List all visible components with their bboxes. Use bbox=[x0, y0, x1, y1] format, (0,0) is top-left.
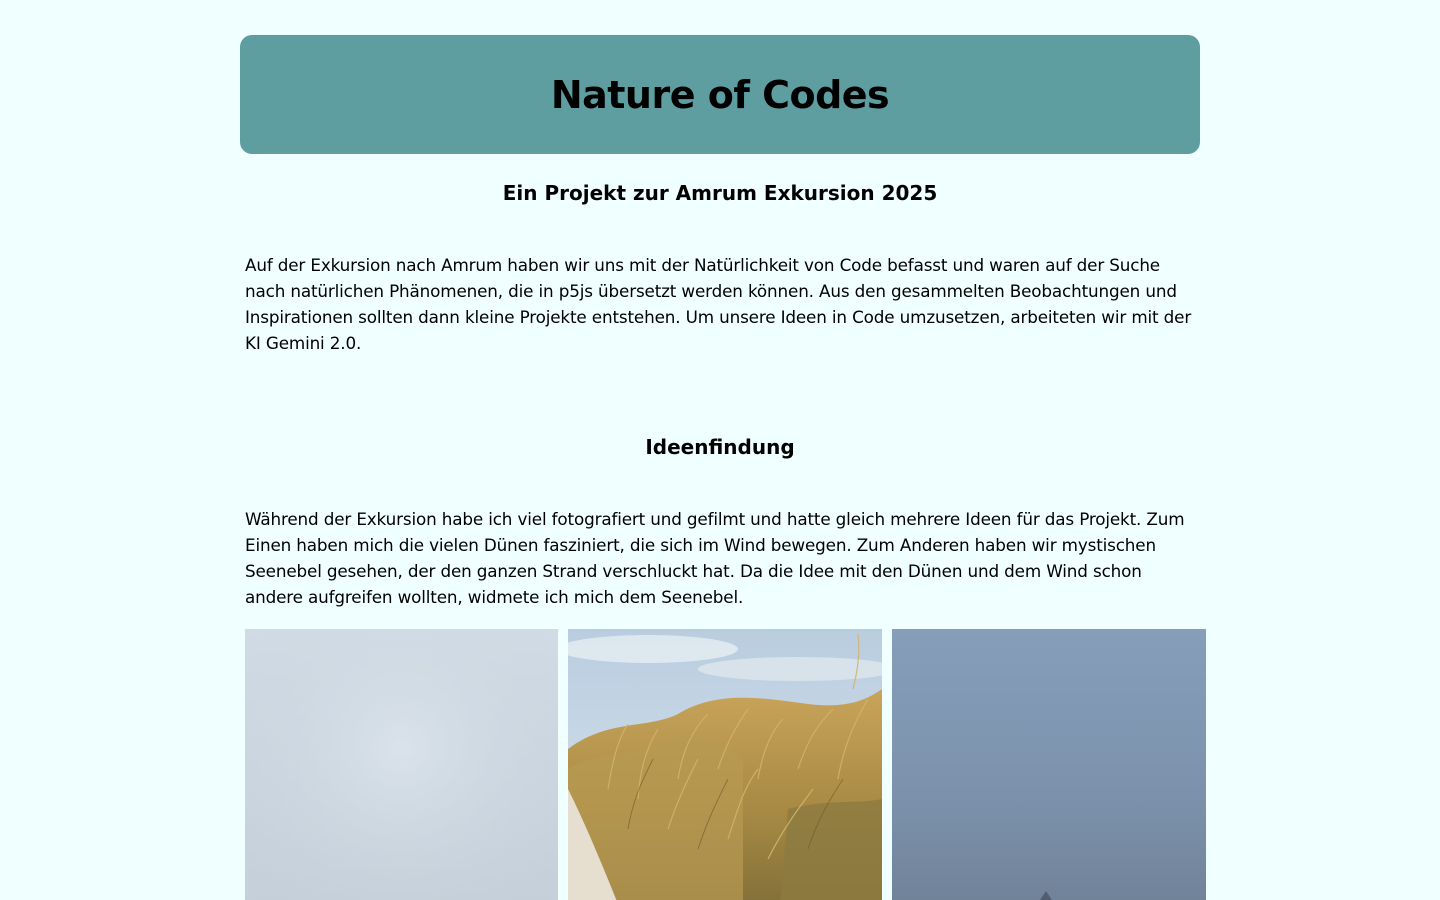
dune-grass-photo bbox=[568, 629, 882, 900]
intro-paragraph: Auf der Exkursion nach Amrum haben wir u… bbox=[245, 255, 1192, 353]
ideation-heading: Ideenfindung bbox=[645, 435, 795, 459]
title-banner: Nature of Codes bbox=[240, 35, 1200, 154]
foggy-sky-image bbox=[245, 629, 558, 900]
page-title: Nature of Codes bbox=[550, 72, 890, 117]
foggy-sky-photo bbox=[245, 629, 558, 900]
page: Nature of Codes Ein Projekt zur Amrum Ex… bbox=[0, 0, 1440, 900]
sea-fog-photo bbox=[892, 629, 1206, 900]
project-subtitle: Ein Projekt zur Amrum Exkursion 2025 bbox=[502, 181, 938, 205]
dune-grass-image bbox=[568, 629, 882, 900]
sea-fog-image bbox=[1040, 891, 1052, 900]
ideation-paragraph: Während der Exkursion habe ich viel foto… bbox=[245, 509, 1185, 607]
